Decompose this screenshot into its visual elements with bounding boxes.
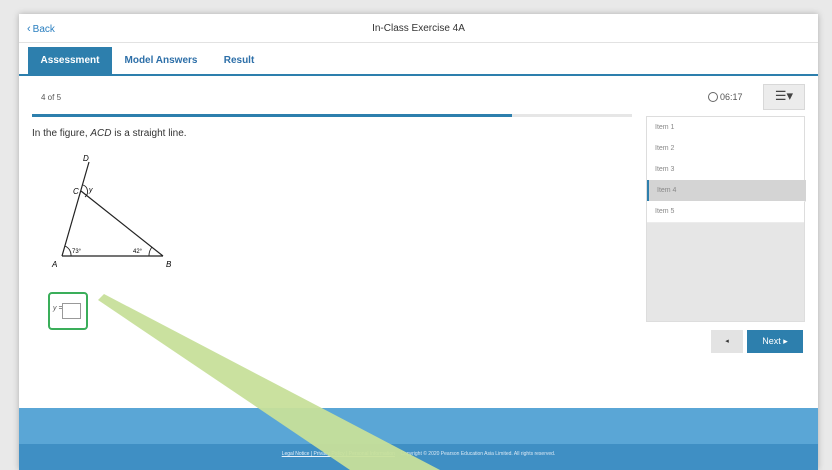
item-label: Item 2 (655, 145, 675, 152)
app-window: ‹ Back In-Class Exercise 4A Assessment Mo… (19, 14, 818, 470)
angle-a-arc (64, 245, 72, 257)
clock-icon (708, 92, 718, 102)
footer-copyright: Copyright © 2020 Pearson Education Asia … (400, 451, 556, 457)
item-list-entry-1[interactable]: Item 1 (647, 117, 804, 139)
answer-highlight: y = (48, 292, 88, 330)
list-menu-icon: ☰▾ (774, 88, 794, 103)
label-y: y (88, 187, 93, 194)
top-bar: ‹ Back In-Class Exercise 4A (19, 14, 818, 43)
tab-model-answers[interactable]: Model Answers (118, 47, 204, 74)
line-ad (61, 161, 90, 257)
angle-b-label: 42° (133, 249, 143, 255)
footer-strip (19, 444, 818, 470)
timer: 06:17 (708, 92, 743, 102)
item-label: Item 1 (655, 124, 675, 131)
triangle-figure: D C y A B 73° 42° (51, 154, 172, 269)
tab-assessment[interactable]: Assessment (28, 47, 112, 74)
question-prefix: In the figure, (32, 128, 91, 139)
answer-input[interactable] (62, 303, 81, 319)
item-list-entry-5[interactable]: Item 5 (647, 201, 804, 223)
progress-bar (32, 114, 632, 117)
angle-y-arc (82, 184, 89, 198)
timer-value: 06:17 (720, 92, 743, 102)
angle-a-label: 73° (72, 249, 82, 255)
item-label: Item 3 (655, 166, 675, 173)
previous-button[interactable]: ◂ (711, 330, 743, 353)
label-c: C (73, 187, 79, 196)
question-position: 4 of 5 (41, 93, 62, 102)
question-suffix: is a straight line. (111, 128, 187, 139)
progress-fill (32, 114, 512, 117)
footer-links[interactable]: Legal Notice | Privacy Policy | Personal… (282, 451, 395, 457)
next-button[interactable]: Next ▸ (747, 330, 803, 353)
item-list-panel: Item 1 Item 2 Item 3 Item 4 Item 5 (646, 116, 806, 322)
line-name: ACD (90, 128, 112, 139)
label-b: B (166, 260, 172, 269)
item-label: Item 4 (657, 187, 677, 194)
item-list-menu-button[interactable]: ☰▾ (763, 84, 805, 110)
label-a: A (51, 260, 57, 269)
tab-result[interactable]: Result (209, 47, 269, 74)
question-text: In the figure, ACD is a straight line. (32, 128, 187, 139)
tab-bar: Assessment Model Answers Result (19, 47, 818, 76)
item-list-entry-2[interactable]: Item 2 (647, 138, 804, 160)
footer-text: Legal Notice | Privacy Policy | Personal… (19, 451, 818, 457)
page-title: In-Class Exercise 4A (372, 23, 465, 34)
item-list-entry-4[interactable]: Item 4 (647, 180, 806, 202)
item-list-entry-3[interactable]: Item 3 (647, 159, 804, 181)
angle-b-arc (148, 246, 153, 257)
label-d: D (83, 154, 89, 163)
item-label: Item 5 (655, 208, 675, 215)
line-cb (80, 190, 164, 257)
